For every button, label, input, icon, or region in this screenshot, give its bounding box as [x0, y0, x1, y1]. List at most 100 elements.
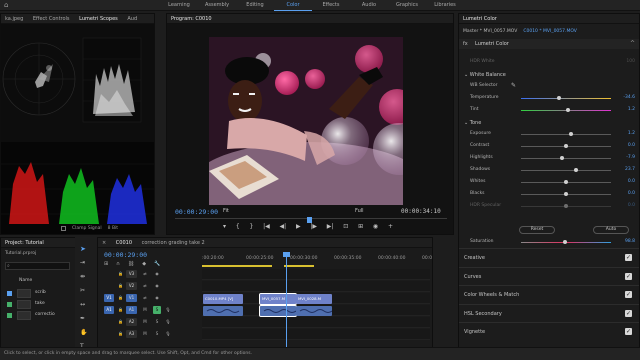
lock-icon[interactable]: 🔒: [118, 306, 123, 314]
tone-knob[interactable]: [564, 144, 568, 148]
section-curves[interactable]: Curves ✓: [459, 266, 639, 285]
tab-source-file[interactable]: ka.jpeg: [1, 14, 27, 23]
audio-clip[interactable]: [296, 306, 332, 316]
selection-tool-icon[interactable]: ➤: [80, 245, 86, 253]
saturation-knob[interactable]: [563, 240, 568, 244]
track-lane[interactable]: [202, 329, 430, 340]
program-monitor-title[interactable]: Program: C0010: [167, 14, 216, 23]
solo-button[interactable]: S: [153, 330, 161, 338]
section-creative[interactable]: Creative ✓: [459, 248, 639, 266]
section-hsl-secondary[interactable]: HSL Secondary ✓: [459, 303, 639, 322]
step-back-icon[interactable]: ◀|: [280, 223, 287, 230]
workspace-tab-editing[interactable]: Editing: [236, 0, 274, 11]
chevron-up-icon[interactable]: ^: [630, 40, 635, 47]
snap-icon[interactable]: ∩: [116, 261, 120, 267]
reset-button[interactable]: Reset: [519, 226, 555, 234]
tone-value[interactable]: 0.0: [628, 179, 635, 184]
hand-tool-icon[interactable]: ✋: [80, 329, 87, 336]
temperature-knob[interactable]: [556, 96, 561, 100]
tone-value[interactable]: 1.2: [628, 131, 635, 136]
workspace-tab-audio[interactable]: Audio: [350, 0, 388, 11]
workspace-tab-color[interactable]: Color: [274, 0, 312, 11]
sync-lock-icon[interactable]: ⇄: [141, 270, 149, 278]
go-to-in-icon-2[interactable]: |◀: [263, 223, 270, 230]
tone-slider[interactable]: [521, 158, 611, 159]
program-scrub-bar[interactable]: [175, 217, 447, 223]
microphone-icon[interactable]: 🎙: [165, 306, 171, 314]
step-forward-icon[interactable]: |▶: [310, 223, 317, 230]
hdr-white-value[interactable]: 100: [626, 59, 635, 64]
bit-depth-select[interactable]: 8 Bit: [108, 226, 118, 231]
add-button-icon[interactable]: +: [388, 223, 393, 230]
tone-heading[interactable]: ⌄ Tone: [464, 120, 481, 126]
ripple-edit-icon[interactable]: ⇹: [80, 273, 85, 280]
marker-icon[interactable]: ◆: [142, 261, 146, 267]
name-column-header[interactable]: Name: [19, 278, 32, 283]
auto-button[interactable]: Auto: [593, 226, 629, 234]
tone-slider[interactable]: [521, 134, 611, 135]
temperature-value[interactable]: -34.6: [623, 95, 635, 100]
fx-icon[interactable]: fx: [463, 41, 468, 47]
eye-icon[interactable]: ◉: [153, 294, 161, 302]
workspace-tab-learning[interactable]: Learning: [160, 0, 198, 11]
linked-icon[interactable]: ⛓: [128, 261, 134, 267]
fit-select[interactable]: Fit: [223, 208, 229, 214]
tone-value[interactable]: 0.0: [628, 143, 635, 148]
project-item[interactable]: take: [7, 300, 69, 309]
project-title[interactable]: Project: Tutorial: [1, 238, 48, 247]
eyedropper-icon[interactable]: ✎: [511, 82, 516, 89]
tone-value[interactable]: -7.9: [626, 155, 635, 160]
tone-knob[interactable]: [564, 192, 568, 196]
lock-icon[interactable]: 🔒: [118, 330, 123, 338]
tint-knob[interactable]: [565, 108, 570, 112]
lumetri-title[interactable]: Lumetri Color: [459, 14, 501, 23]
white-balance-heading[interactable]: ⌄ White Balance: [464, 72, 506, 78]
track-target-button[interactable]: A2: [126, 318, 137, 326]
tint-value[interactable]: 1.2: [628, 107, 635, 112]
video-clip[interactable]: MVI_0028.M: [296, 294, 332, 304]
go-to-in-icon[interactable]: }: [249, 223, 253, 230]
workspace-tab-libraries[interactable]: Libraries: [426, 0, 464, 11]
go-to-out-icon[interactable]: ▶|: [327, 223, 334, 230]
tone-knob[interactable]: [573, 168, 578, 172]
work-area-bar-2[interactable]: [284, 265, 314, 267]
audio-clip[interactable]: [259, 305, 297, 317]
pen-tool-icon[interactable]: ✒: [80, 315, 85, 322]
settings-icon[interactable]: 🔧: [154, 261, 160, 267]
section-enable-checkbox[interactable]: ✓: [625, 328, 632, 335]
timeline-tab-correction[interactable]: correction grading take 2: [138, 238, 209, 247]
microphone-icon[interactable]: 🎙: [165, 318, 171, 326]
section-enable-checkbox[interactable]: ✓: [625, 272, 632, 280]
temperature-slider[interactable]: [521, 98, 611, 99]
section-enable-checkbox[interactable]: ✓: [625, 254, 632, 261]
home-icon[interactable]: ⌂: [4, 2, 11, 9]
razor-tool-icon[interactable]: ✂: [80, 287, 85, 294]
track-target-button[interactable]: V2: [126, 282, 137, 290]
overwrite-icon[interactable]: ⊞: [358, 223, 363, 230]
tone-value[interactable]: 23.7: [625, 167, 635, 172]
source-patch-audio[interactable]: A1: [104, 306, 114, 314]
section-color-wheels-match[interactable]: Color Wheels & Match ✓: [459, 285, 639, 303]
tab-effect-controls[interactable]: Effect Controls: [29, 14, 74, 23]
solo-button[interactable]: S: [153, 306, 161, 314]
solo-button[interactable]: S: [153, 318, 161, 326]
mark-out-icon[interactable]: {: [236, 223, 240, 230]
playhead-handle[interactable]: [283, 252, 290, 257]
close-icon[interactable]: ×: [98, 238, 110, 247]
workspace-tab-assembly[interactable]: Assembly: [198, 0, 236, 11]
track-target-button[interactable]: V1: [126, 294, 137, 302]
lock-icon[interactable]: 🔒: [118, 282, 123, 290]
project-item[interactable]: correctio: [7, 311, 69, 320]
tone-knob[interactable]: [569, 132, 574, 136]
track-target-button[interactable]: A1: [126, 306, 137, 314]
quality-select[interactable]: Full: [355, 208, 364, 214]
project-search-input[interactable]: ⌕: [5, 262, 70, 270]
tone-slider[interactable]: [521, 170, 611, 171]
tone-value[interactable]: 0.0: [628, 191, 635, 196]
play-icon[interactable]: ▶: [296, 223, 301, 230]
section-enable-checkbox[interactable]: ✓: [625, 309, 632, 317]
timeline-ruler[interactable]: :00:20:00 00:00:25:00 00:00:30:00 00:00:35:…: [202, 252, 432, 264]
source-patch-video[interactable]: V1: [104, 294, 114, 302]
timeline-timecode[interactable]: 00:00:29:00: [104, 251, 147, 259]
program-timecode[interactable]: 00:00:29:00: [175, 208, 218, 216]
